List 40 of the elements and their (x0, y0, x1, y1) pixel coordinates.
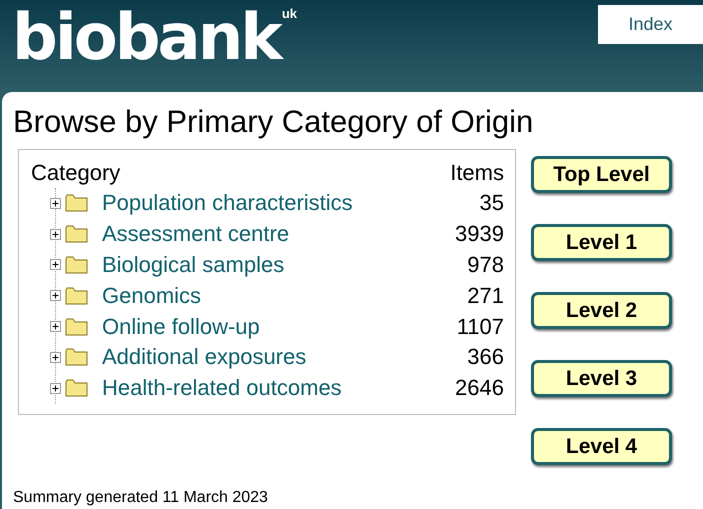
index-link[interactable]: Index (598, 5, 703, 44)
folder-icon (65, 347, 89, 368)
expander-icon[interactable] (50, 321, 61, 332)
column-header: Items (450, 160, 504, 186)
level-button[interactable]: Level 2 (531, 292, 672, 329)
logo-suffix: uk (282, 6, 298, 21)
category-link[interactable]: Population characteristics (102, 190, 480, 216)
item-count: 271 (467, 282, 504, 309)
level-button[interactable]: Top Level (531, 156, 672, 193)
category-link[interactable]: Additional exposures (102, 344, 468, 370)
folder-icon (65, 193, 89, 214)
folder-icon (65, 286, 89, 306)
folder-icon (65, 224, 89, 244)
expander-icon[interactable] (50, 352, 61, 363)
logo-wordmark: biobank (12, 6, 280, 70)
item-count: 1107 (456, 314, 504, 340)
category-link[interactable]: Biological samples (102, 252, 468, 278)
expander-icon[interactable] (50, 290, 61, 302)
category-link[interactable]: Assessment centre (102, 221, 456, 248)
page-title: Browse by Primary Category of Origin (13, 103, 534, 140)
level-button[interactable]: Level 1 (531, 224, 672, 261)
expander-icon[interactable] (50, 382, 61, 394)
item-count: 978 (467, 252, 504, 278)
folder-icon (65, 316, 89, 337)
category-link[interactable]: Health-related outcomes (102, 375, 456, 402)
item-count: 2646 (455, 375, 504, 402)
item-count: 3939 (455, 221, 504, 248)
item-count: 366 (467, 344, 504, 370)
expander-icon[interactable] (50, 198, 61, 209)
level-button[interactable]: Level 3 (531, 360, 672, 397)
category-link[interactable]: Online follow-up (102, 314, 457, 340)
folder-icon (65, 254, 89, 275)
category-link[interactable]: Genomics (102, 282, 468, 309)
summary-text: Summary generated 11 March 2023 (13, 489, 268, 507)
expander-icon[interactable] (50, 228, 61, 240)
item-count: 35 (480, 190, 504, 216)
column-header: Category (31, 160, 120, 186)
folder-icon (65, 378, 89, 398)
level-button[interactable]: Level 4 (531, 428, 672, 465)
expander-icon[interactable] (50, 259, 61, 270)
